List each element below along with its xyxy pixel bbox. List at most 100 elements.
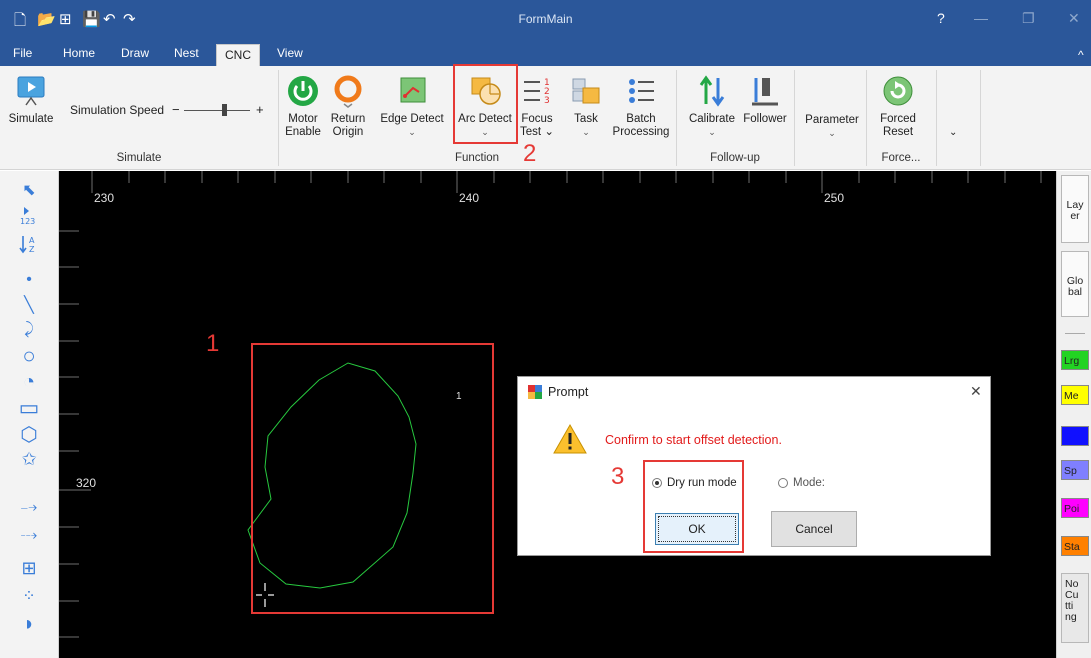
global-button[interactable]: Glo bal: [1061, 251, 1089, 317]
group-follow-up: Follow-up: [710, 152, 760, 164]
origin-icon: [334, 75, 362, 108]
mode-label: Mode:: [793, 477, 825, 489]
bridge-icon[interactable]: ⊞: [18, 557, 40, 579]
parameter-button[interactable]: Parameter ⌄: [800, 114, 864, 140]
arc-icon[interactable]: ⤸: [18, 319, 40, 341]
dialog-title: Prompt: [548, 385, 589, 399]
left-toolbar: ⬉ 123 A Z • ╲ ⤸ ○ ◔ ▭ ⬡ ✩ ⤍ ⤏ ⊞ ⁘ ◗: [0, 171, 59, 658]
group-separator: [936, 70, 937, 166]
lead-out-icon[interactable]: ⤏: [18, 525, 40, 547]
annotation-box-3: [643, 460, 744, 553]
test-label: Test ⌄: [520, 126, 554, 138]
group-separator: [980, 70, 981, 166]
lead-in-icon[interactable]: ⤍: [18, 497, 40, 519]
calibrate-chevron-icon[interactable]: ⌄: [683, 126, 741, 139]
speed-plus-icon[interactable]: +: [256, 102, 264, 117]
forced-reset-button[interactable]: Forced Reset: [870, 74, 926, 139]
layer-poi[interactable]: Poi: [1061, 498, 1089, 518]
task-button[interactable]: Task ⌄: [566, 74, 606, 139]
edge-detect-chevron-icon[interactable]: ⌄: [374, 126, 450, 139]
tab-cnc[interactable]: CNC: [216, 44, 260, 66]
task-icon: [572, 78, 600, 104]
simulation-speed-slider[interactable]: − +: [172, 102, 264, 118]
focus-test-button[interactable]: 1 2 3 Focus Test ⌄: [520, 74, 554, 139]
cancel-button[interactable]: Cancel: [771, 511, 857, 547]
dialog-close-icon[interactable]: ✕: [970, 383, 982, 400]
layer-sp[interactable]: Sp: [1061, 460, 1089, 480]
simulate-icon: [17, 76, 45, 106]
simulate-label: Simulate: [8, 113, 54, 125]
simulate-button[interactable]: Simulate: [2, 74, 60, 126]
layer-lrg[interactable]: Lrg: [1061, 350, 1089, 370]
ribbon: Simulate Simulation Speed − + Simulate M…: [0, 66, 1091, 170]
minimize-button[interactable]: —: [974, 10, 988, 26]
parameter-chevron-icon[interactable]: ⌄: [800, 127, 864, 140]
tab-nest[interactable]: Nest: [174, 46, 199, 60]
speed-minus-icon[interactable]: −: [172, 102, 180, 117]
batch-label: Batch: [626, 113, 656, 125]
layer-me[interactable]: Me: [1061, 385, 1089, 405]
star-icon[interactable]: ✩: [18, 448, 40, 470]
motor-label: Motor: [288, 113, 318, 125]
follower-button[interactable]: Follower: [741, 74, 789, 126]
svg-text:A: A: [29, 236, 35, 245]
sort-az-icon[interactable]: A Z: [18, 233, 40, 255]
collapse-ribbon-icon[interactable]: ^: [1078, 48, 1084, 62]
annotation-box-1: [251, 343, 494, 614]
line-icon[interactable]: ╲: [18, 294, 40, 316]
annotation-label-2: 2: [523, 140, 537, 167]
follower-icon: [752, 78, 778, 106]
layer-sm[interactable]: Sm: [1061, 426, 1089, 446]
ruler-label-230: 230: [94, 191, 115, 205]
annotation-box-2: [453, 64, 518, 144]
layer-sta[interactable]: Sta: [1061, 536, 1089, 556]
calibrate-button[interactable]: Calibrate ⌄: [683, 74, 741, 139]
dots-icon[interactable]: ⁘: [18, 585, 40, 607]
menu-tabs: File Home Draw Nest CNC View ^: [0, 42, 1091, 66]
circle-icon[interactable]: ○: [18, 343, 40, 368]
focus-label: Focus: [521, 113, 553, 125]
mode-radio[interactable]: Mode:: [778, 477, 825, 489]
ribbon-more-chevron-icon[interactable]: ⌄: [949, 126, 957, 139]
tab-home[interactable]: Home: [63, 46, 95, 60]
app-icon: [528, 385, 542, 399]
rectangle-icon[interactable]: ▭: [18, 395, 40, 420]
forced-label: Forced: [880, 113, 916, 125]
edge-detect-icon: [400, 77, 426, 103]
slider-track: [184, 110, 250, 111]
return-origin-button[interactable]: Return Origin: [327, 74, 369, 139]
sort-123-icon[interactable]: 123: [18, 205, 40, 227]
power-icon: [288, 76, 318, 106]
annotation-label-1: 1: [206, 330, 220, 357]
point-icon[interactable]: •: [18, 269, 40, 291]
round-rect-icon[interactable]: ◗: [18, 613, 40, 635]
tab-view[interactable]: View: [277, 46, 303, 60]
close-button[interactable]: ✕: [1068, 10, 1080, 27]
slider-thumb[interactable]: [221, 104, 227, 116]
parameter-label: Parameter: [805, 114, 859, 126]
list-icon: [629, 79, 654, 103]
reset-label: Reset: [882, 126, 914, 138]
simulation-speed-label: Simulation Speed: [70, 103, 165, 117]
left-ruler-ticks: [59, 230, 91, 638]
no-cutting-button[interactable]: No Cu tti ng: [1061, 573, 1089, 643]
hexagon-icon[interactable]: ⬡: [18, 423, 40, 446]
calibrate-label: Calibrate: [688, 113, 736, 125]
annotation-label-3: 3: [611, 463, 625, 490]
tab-file[interactable]: File: [13, 46, 32, 60]
motor-enable-button[interactable]: Motor Enable: [283, 74, 323, 139]
tab-draw[interactable]: Draw: [121, 46, 149, 60]
task-chevron-icon[interactable]: ⌄: [566, 126, 606, 139]
layer-button[interactable]: Lay er: [1061, 175, 1089, 243]
batch-processing-button[interactable]: Batch Processing: [610, 74, 672, 139]
processing-label: Processing: [612, 126, 670, 138]
help-button[interactable]: ?: [937, 10, 945, 26]
right-panel: Lay er Glo bal Lrg Me Sm Sp Poi Sta No C…: [1056, 171, 1091, 658]
pie-icon[interactable]: ◔: [18, 371, 40, 393]
select-icon[interactable]: ⬉: [18, 179, 40, 201]
origin-label: Origin: [332, 126, 364, 138]
edge-detect-button[interactable]: Edge Detect ⌄: [374, 74, 450, 139]
radio-unselected-icon: [778, 478, 788, 488]
svg-text:123: 123: [20, 217, 35, 226]
restore-button[interactable]: ❐: [1022, 10, 1035, 27]
